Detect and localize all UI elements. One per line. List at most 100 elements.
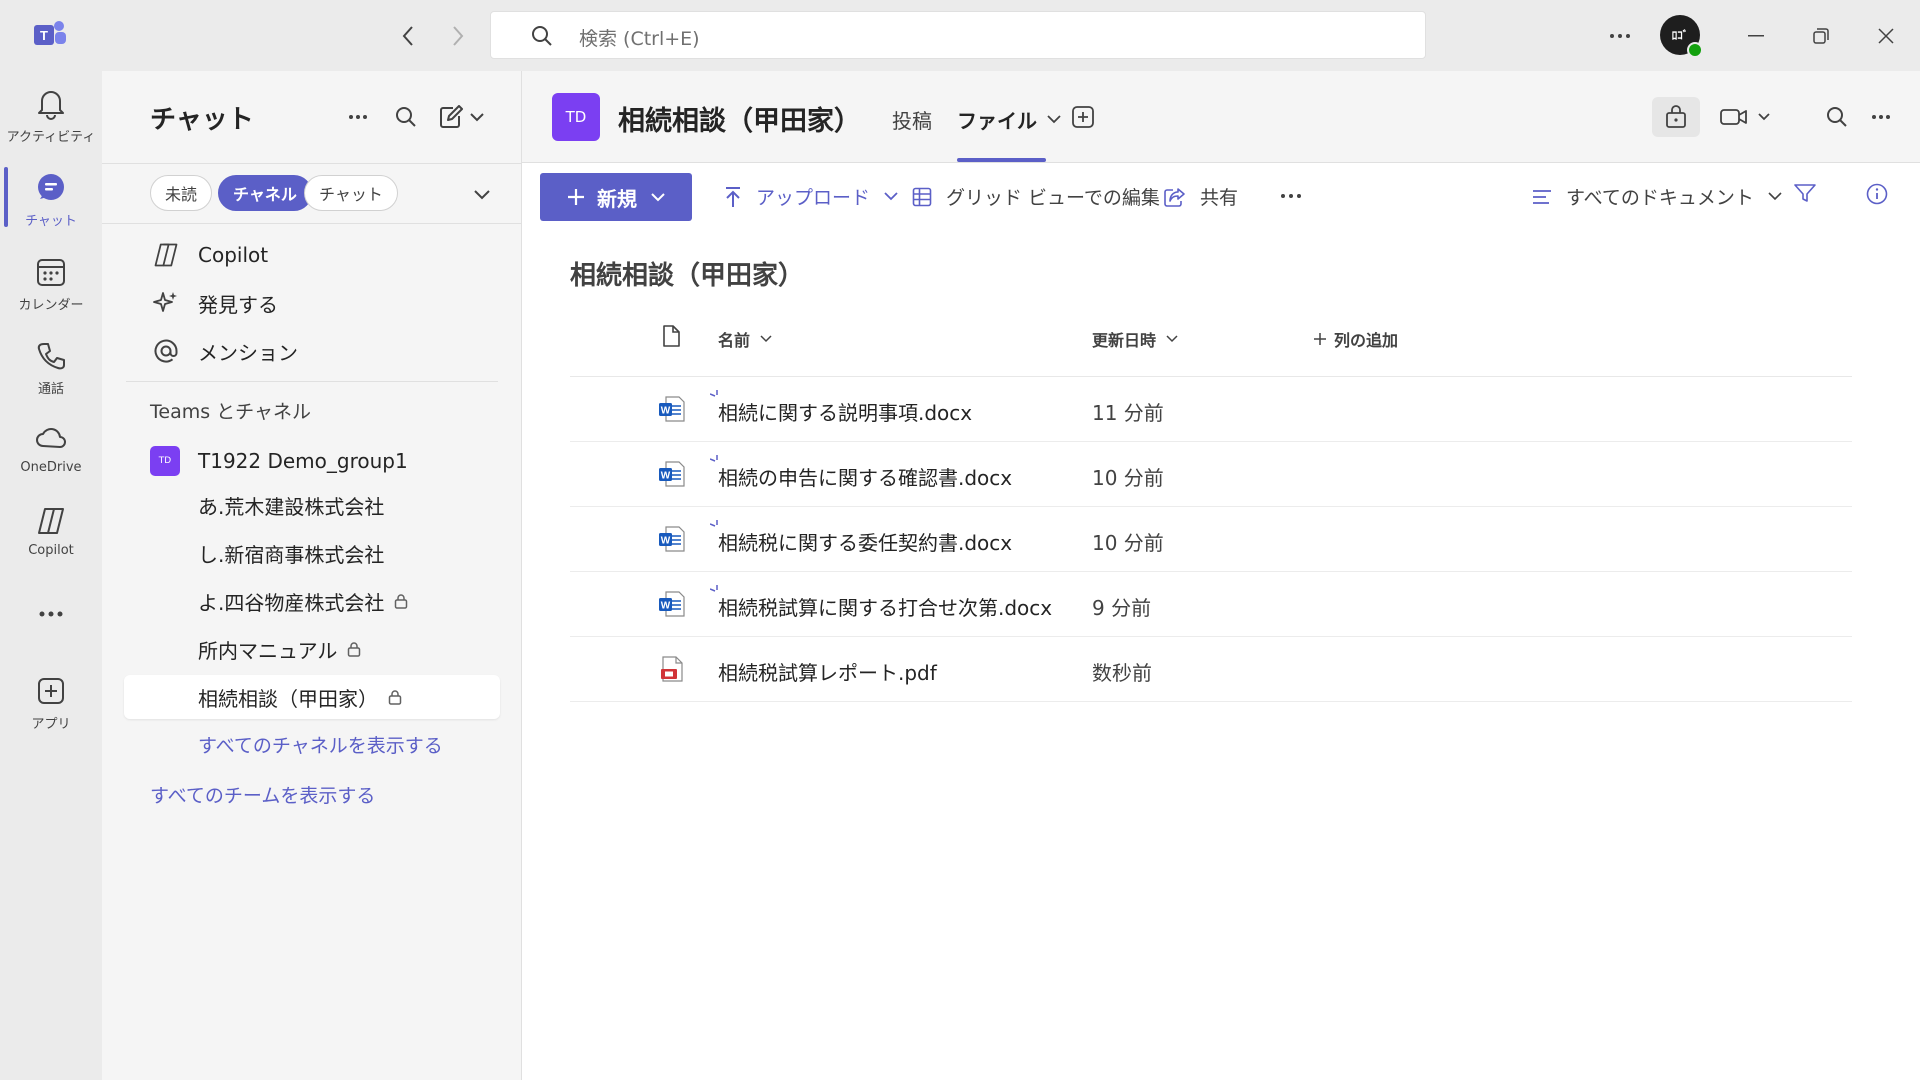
tab-posts[interactable]: 投稿 (892, 105, 932, 134)
toolbar-more-button[interactable] (1280, 193, 1302, 199)
view-selector[interactable]: すべてのドキュメント (1532, 183, 1782, 210)
file-name[interactable]: 相続税に関する委任契約書.docx (718, 527, 1012, 556)
channel-name: 相続相談（甲田家） (198, 686, 378, 711)
phone-icon (36, 339, 66, 373)
channel-item[interactable]: よ.四谷物産株式会社 (198, 581, 408, 621)
channel-name: し.新宿商事株式会社 (198, 542, 385, 567)
quick-discover[interactable]: 発見する (150, 283, 278, 323)
chat-pane-header-divider (102, 163, 522, 164)
rail-calendar[interactable]: カレンダー (0, 243, 102, 325)
file-row[interactable]: 相続税試算レポート.pdf 数秒前 (570, 637, 1852, 702)
file-row[interactable]: W 相続に関する説明事項.docx 11 分前 (570, 377, 1852, 442)
teams-section-label: Teams とチャネル (150, 401, 311, 423)
channel-item[interactable]: あ.荒木建設株式会社 (198, 485, 384, 525)
word-file-icon: W (658, 525, 686, 553)
word-file-icon: W (658, 395, 686, 423)
channel-info-button[interactable] (1652, 97, 1700, 137)
filter-button[interactable] (1794, 183, 1816, 203)
rail-activity[interactable]: アクティビティ (0, 75, 102, 157)
header-search-button[interactable] (1822, 101, 1852, 133)
file-row[interactable]: W 相続の申告に関する確認書.docx 10 分前 (570, 442, 1852, 507)
channel-item[interactable]: 所内マニュアル (198, 629, 361, 669)
quick-copilot-label: Copilot (198, 243, 269, 267)
channel-item-selected[interactable]: 相続相談（甲田家） (124, 675, 500, 719)
filter-unread[interactable]: 未読 (150, 175, 213, 211)
forward-button[interactable] (444, 22, 472, 50)
close-button[interactable] (1870, 20, 1902, 52)
rail-onedrive[interactable]: OneDrive (0, 409, 102, 491)
plus-icon (567, 188, 585, 206)
column-name-header[interactable]: 名前 (718, 327, 772, 351)
file-name[interactable]: 相続の申告に関する確認書.docx (718, 462, 1012, 491)
new-button[interactable]: 新規 (540, 173, 692, 221)
chevron-down-icon (651, 192, 665, 202)
lock-icon (388, 689, 402, 705)
channel-name: よ.四谷物産株式会社 (198, 590, 385, 615)
active-tab-indicator (957, 158, 1046, 162)
upload-label: アップロード (756, 187, 871, 209)
svg-text:T: T (40, 28, 48, 43)
more-icon (39, 597, 63, 631)
chat-pane: チャット 未読 チャネル チャット Copilot 発見する メンション Tea… (102, 71, 522, 1080)
back-button[interactable] (394, 22, 422, 50)
app-rail: アクティビティ チャット カレンダー 通話 OneDrive Copilot ア… (0, 71, 102, 1080)
rail-calendar-label: カレンダー (18, 298, 84, 313)
filter-channels[interactable]: チャネル (218, 175, 312, 211)
chat-more-button[interactable] (344, 103, 372, 131)
file-type-column-icon[interactable] (662, 325, 680, 347)
teams-logo-icon: T (32, 17, 68, 53)
search-icon (531, 25, 553, 47)
channel-title: 相続相談（甲田家） (618, 106, 861, 137)
meet-button[interactable] (1718, 101, 1776, 133)
rail-calls[interactable]: 通話 (0, 327, 102, 409)
show-all-teams-link[interactable]: すべてのチームを表示する (150, 781, 375, 808)
settings-more-button[interactable] (1605, 22, 1635, 50)
grid-edit-button[interactable]: グリッド ビューでの編集 (912, 183, 1160, 210)
copilot-icon (150, 239, 182, 271)
rail-chat[interactable]: チャット (0, 159, 102, 241)
file-name[interactable]: 相続税試算レポート.pdf (718, 657, 937, 686)
filter-chats[interactable]: チャット (304, 175, 398, 211)
file-modified: 11 分前 (1092, 401, 1164, 425)
rail-apps[interactable]: アプリ (0, 662, 102, 744)
file-modified: 9 分前 (1092, 596, 1152, 620)
restore-button[interactable] (1805, 20, 1837, 52)
minimize-button[interactable] (1740, 20, 1772, 52)
team-item[interactable]: TD T1922 Demo_group1 (150, 441, 408, 481)
svg-text:W: W (661, 536, 671, 547)
details-pane-button[interactable] (1866, 183, 1888, 205)
files-toolbar: 新規 アップロード グリッド ビューでの編集 共有 すべてのドキュメント (522, 163, 1920, 229)
rail-more-button[interactable] (0, 585, 102, 635)
avatar[interactable]: ﾛｺﾞ (1660, 15, 1703, 58)
header-more-button[interactable] (1866, 101, 1896, 133)
file-name[interactable]: 相続税試算に関する打合せ次第.docx (718, 592, 1052, 621)
sparkle-icon (150, 287, 182, 319)
new-chat-button[interactable] (438, 103, 488, 131)
rail-copilot[interactable]: Copilot (0, 492, 102, 574)
upload-button[interactable]: アップロード (724, 183, 898, 210)
search-input[interactable]: 検索 (Ctrl+E) (490, 11, 1426, 59)
share-button[interactable]: 共有 (1164, 183, 1238, 210)
quick-discover-label: 発見する (198, 292, 278, 317)
channel-item[interactable]: し.新宿商事株式会社 (198, 533, 384, 573)
quick-mentions[interactable]: メンション (150, 331, 298, 371)
pdf-file-icon (658, 655, 686, 683)
file-row[interactable]: W 相続税試算に関する打合せ次第.docx 9 分前 (570, 572, 1852, 637)
filter-icon (1794, 183, 1816, 203)
filter-expand-button[interactable] (468, 181, 496, 209)
share-icon (1164, 187, 1186, 207)
quick-copilot[interactable]: Copilot (150, 235, 268, 275)
file-row[interactable]: W 相続税に関する委任契約書.docx 10 分前 (570, 507, 1852, 572)
add-tab-button[interactable] (1068, 101, 1098, 133)
tab-files[interactable]: ファイル (957, 105, 1061, 134)
share-label: 共有 (1200, 187, 1239, 209)
file-name[interactable]: 相続に関する説明事項.docx (718, 397, 972, 426)
add-column-button[interactable]: 列の追加 (1314, 327, 1398, 351)
chevron-down-icon (1768, 192, 1782, 201)
show-all-channels-link[interactable]: すべてのチャネルを表示する (198, 731, 443, 758)
rail-onedrive-label: OneDrive (20, 460, 82, 475)
avatar-initials: ﾛｺﾞ (1671, 29, 1689, 42)
column-modified-header[interactable]: 更新日時 (1092, 327, 1178, 351)
chat-search-button[interactable] (392, 103, 420, 131)
quick-mentions-label: メンション (198, 340, 298, 365)
